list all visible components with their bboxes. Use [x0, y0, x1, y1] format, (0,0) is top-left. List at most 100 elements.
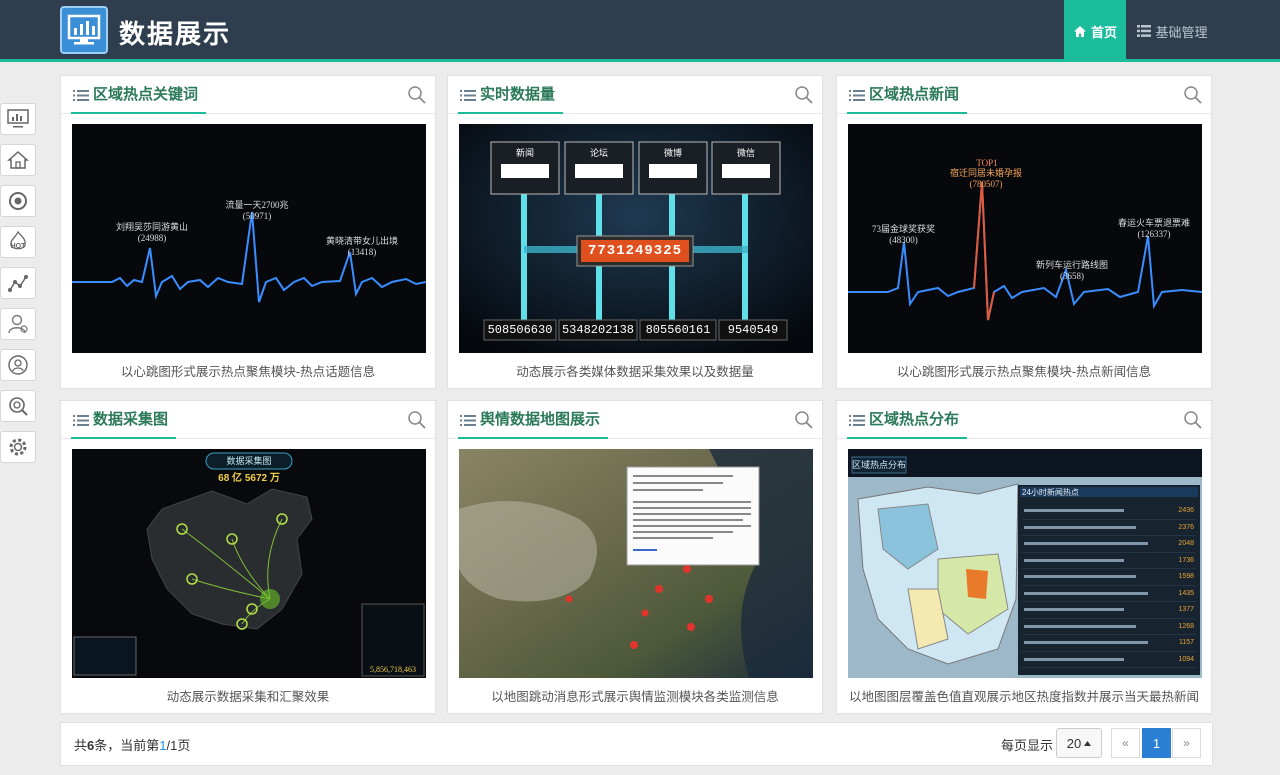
logo-icon — [60, 6, 108, 54]
menu-icon — [460, 415, 476, 426]
heat-news-title-placeholder — [1024, 542, 1148, 546]
board-label: 微信 — [736, 148, 755, 158]
menu-icon — [849, 90, 865, 101]
search-icon[interactable] — [407, 410, 427, 430]
heat-news-title-placeholder — [1024, 608, 1124, 612]
sidebar-trend-icon[interactable] — [0, 267, 36, 299]
news-heartbeat-image[interactable]: TOP1 73届金球奖获奖 (48300) 宿迁同居未婚孕报 (780507) 新列… — [848, 124, 1202, 353]
news-label: 新列车运行路线图 — [1035, 260, 1108, 270]
media-counter: 5348202138 — [561, 323, 634, 337]
sidebar-refresh-icon[interactable] — [0, 185, 36, 217]
menu-icon — [73, 415, 89, 426]
heat-news-row[interactable]: 1094 — [1022, 652, 1196, 668]
satellite-map-image[interactable] — [459, 449, 813, 678]
collection-map-image[interactable]: 数据采集图 68 亿 5672 万 5,856,718,463 — [72, 449, 426, 678]
sidebar-gear-icon[interactable] — [0, 431, 36, 463]
card-hot-keywords[interactable]: 区域热点关键词 刘翔吴莎同游黄山 (24988) 流量一天2700兆 (50971)… — [60, 75, 436, 389]
heat-news-row[interactable]: 2436 — [1022, 503, 1196, 520]
news-value: (126337) — [1137, 229, 1171, 239]
card-title: 区域热点分布 — [847, 401, 968, 439]
page-size-select[interactable]: 20 — [1056, 728, 1102, 758]
keyword-label: 刘翔吴莎同游黄山 — [115, 222, 188, 232]
sidebar-user-search-icon[interactable] — [0, 349, 36, 381]
heat-news-row[interactable]: 1736 — [1022, 553, 1196, 569]
nav-base-management[interactable]: 基础管理 — [1130, 0, 1215, 62]
media-counter: 805560161 — [645, 323, 711, 337]
heat-news-row[interactable]: 1377 — [1022, 602, 1196, 619]
heat-news-value: 1736 — [1178, 556, 1194, 564]
heat-news-row[interactable]: 1268 — [1022, 619, 1196, 635]
heat-news-row[interactable]: 1435 — [1022, 586, 1196, 602]
news-label: 宿迁同居未婚孕报 — [949, 168, 1022, 178]
heat-news-row[interactable]: 2048 — [1022, 536, 1196, 553]
heat-distribution-image[interactable]: 区域热点分布 24小时新闻热点 2436 2376 2048 1736 1598 1435… — [848, 449, 1202, 678]
card-caption: 以地图跳动消息形式展示舆情监测模块各类监测信息 — [491, 690, 779, 704]
card-title: 数据采集图 — [71, 401, 177, 439]
card-caption: 动态展示数据采集和汇聚效果 — [166, 690, 330, 704]
board-label: 微博 — [663, 148, 682, 158]
heat-news-row[interactable]: 1598 — [1022, 569, 1196, 586]
pagination-info: 共6条，当前第1/1页 — [74, 738, 191, 753]
menu-icon — [849, 415, 865, 426]
news-value: (48300) — [889, 235, 918, 245]
heat-panel-title: 24小时新闻热点 — [1022, 488, 1079, 497]
heat-news-value: 1377 — [1178, 606, 1194, 614]
news-value: (3658) — [1060, 271, 1084, 281]
card-data-collection[interactable]: 数据采集图 数据采集图 68 亿 5672 万 5,856,718,463 动态… — [60, 400, 436, 714]
page-size-label: 每页显示 — [1001, 738, 1054, 753]
heat-news-value: 1435 — [1178, 589, 1194, 597]
sidebar-hot-icon[interactable]: HOT — [0, 226, 36, 258]
heat-news-title-placeholder — [1024, 509, 1124, 513]
current-page-text: 1 — [159, 738, 167, 753]
keyword-label: 流量一天2700兆 — [225, 200, 289, 210]
sidebar-monitor-icon[interactable] — [0, 103, 36, 135]
media-counter-image[interactable]: 新闻 论坛 微博 微信 7731249325 508506630 5348202… — [459, 124, 813, 353]
heat-news-title-placeholder — [1024, 657, 1124, 661]
card-title: 区域热点关键词 — [71, 76, 207, 114]
sidebar-home-icon[interactable] — [0, 144, 36, 176]
heat-news-value: 2048 — [1178, 540, 1194, 548]
nav-home[interactable]: 首页 — [1064, 0, 1126, 62]
card-hot-news[interactable]: 区域热点新闻 TOP1 73届金球奖获奖 (48300) 宿迁同居未婚孕报 (780… — [836, 75, 1212, 389]
card-sentiment-map[interactable]: 舆情数据地图展示 以地图跳动消息形式展示舆情监测模块各类监测信息 — [447, 400, 823, 714]
card-caption: 以心跳图形式展示热点聚焦模块-热点话题信息 — [120, 365, 376, 379]
sidebar-user-settings-icon[interactable] — [0, 308, 36, 340]
svg-text:HOT: HOT — [11, 243, 27, 250]
heat-news-value: 2376 — [1178, 523, 1194, 531]
collection-stat-total: 5,856,718,463 — [370, 665, 416, 674]
caret-up-icon — [1084, 740, 1092, 746]
heat-news-value: 2436 — [1178, 507, 1194, 515]
prev-page-button[interactable]: « — [1111, 728, 1140, 758]
nav-home-label: 首页 — [1090, 24, 1117, 40]
center-counter: 7731249325 — [587, 243, 682, 259]
search-icon[interactable] — [794, 410, 814, 430]
news-value: (780507) — [969, 179, 1003, 189]
heat-news-row[interactable]: 1157 — [1022, 635, 1196, 652]
card-title: 舆情数据地图展示 — [458, 401, 609, 439]
heat-news-title-placeholder — [1024, 558, 1124, 562]
heat-news-row[interactable]: 2376 — [1022, 520, 1196, 536]
heat-news-value: 1094 — [1178, 655, 1194, 663]
search-icon[interactable] — [1183, 410, 1203, 430]
heat-news-title-placeholder — [1024, 525, 1136, 529]
heat-news-title-placeholder — [1024, 591, 1148, 595]
menu-icon — [73, 90, 89, 101]
search-icon[interactable] — [1183, 85, 1203, 105]
heat-news-value: 1598 — [1178, 573, 1194, 581]
keyword-value: (13418) — [347, 247, 377, 257]
heat-map-label: 区域热点分布 — [852, 460, 907, 470]
card-hotspot-distribution[interactable]: 区域热点分布 区域热点分布 24小时新闻热点 2436 2376 2048 1736 1… — [836, 400, 1212, 714]
heat-news-title-placeholder — [1024, 575, 1136, 579]
page-1-button[interactable]: 1 — [1142, 728, 1171, 758]
search-icon[interactable] — [407, 85, 427, 105]
keyword-value: (50971) — [242, 211, 272, 221]
card-caption: 以地图图层覆盖色值直观展示地区热度指数并展示当天最热新闻 — [848, 690, 1199, 704]
heartbeat-chart-image[interactable]: 刘翔吴莎同游黄山 (24988) 流量一天2700兆 (50971) 黄晓清带女儿出… — [72, 124, 426, 353]
card-title: 实时数据量 — [458, 76, 564, 114]
search-icon[interactable] — [794, 85, 814, 105]
sidebar-analytics-icon[interactable] — [0, 390, 36, 422]
page-size-value: 20 — [1066, 735, 1082, 751]
top-navbar: 数据展示 首页 基础管理 — [0, 0, 1280, 62]
card-realtime-data[interactable]: 实时数据量 新闻 论坛 微博 微信 7731249325 508506630 5… — [447, 75, 823, 389]
next-page-button[interactable]: » — [1172, 728, 1201, 758]
